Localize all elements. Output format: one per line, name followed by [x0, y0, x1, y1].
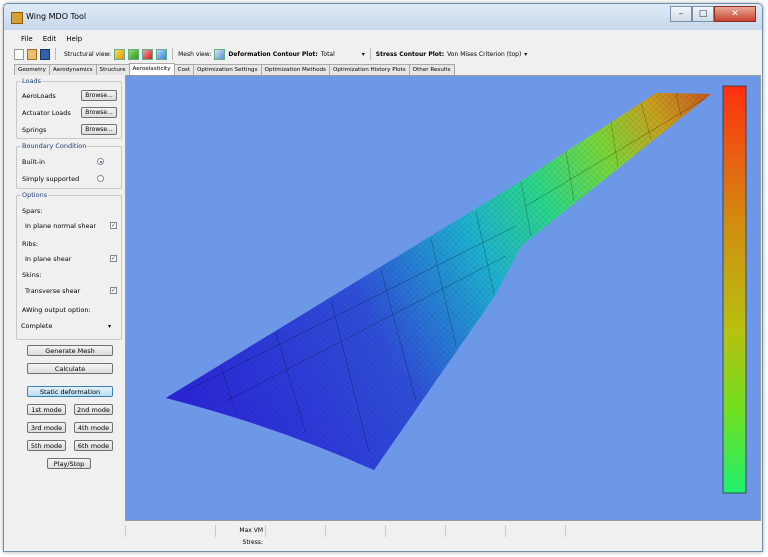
close-button[interactable]: ✕: [714, 6, 756, 22]
save-icon[interactable]: [40, 48, 50, 60]
spars-option-label: In plane normal shear: [25, 222, 97, 230]
aeroloads-browse-button[interactable]: Browse...: [81, 90, 117, 101]
minimize-button[interactable]: –: [670, 6, 692, 22]
toolbar: Structural view: Mesh view: Deformation …: [14, 46, 762, 62]
stress-dropdown-icon[interactable]: ▾: [524, 51, 527, 58]
menu-file[interactable]: File: [21, 35, 33, 43]
mode-2-button[interactable]: 2nd mode: [74, 404, 113, 415]
tab-cost[interactable]: Cost: [173, 64, 194, 75]
left-panel: Loads AeroLoads Browse... Actuator Loads…: [14, 75, 124, 545]
ribs-label: Ribs:: [22, 240, 39, 248]
simply-supported-radio[interactable]: [97, 175, 104, 182]
calculate-button[interactable]: Calculate: [27, 363, 113, 374]
structural-view-ribs-icon[interactable]: [128, 48, 140, 60]
menu-help[interactable]: Help: [66, 35, 82, 43]
stress-contour-label: Stress Contour Plot:: [375, 50, 445, 58]
play-stop-button[interactable]: Play/Stop: [47, 458, 91, 469]
main-window: Wing MDO Tool – □ ✕ File Edit Help Struc…: [3, 3, 763, 552]
tab-other-results[interactable]: Other Results: [408, 64, 455, 75]
boundary-condition-title: Boundary Condition: [21, 142, 88, 150]
tab-optimization-history-plots[interactable]: Optimization History Plots: [328, 64, 410, 75]
max-vm-stress-label: Max VM Stress:: [215, 525, 265, 546]
springs-browse-button[interactable]: Browse...: [81, 124, 117, 135]
status-bar: Max VM Stress:: [125, 525, 761, 546]
awing-output-select[interactable]: Complete: [19, 321, 107, 332]
mode-6-button[interactable]: 6th mode: [74, 440, 113, 451]
springs-label: Springs: [22, 126, 47, 134]
tab-strip: Geometry Aerodynamics Structure Aeroelas…: [14, 63, 762, 75]
spars-label: Spars:: [22, 207, 43, 215]
mode-4-button[interactable]: 4th mode: [74, 422, 113, 433]
open-folder-icon[interactable]: [27, 48, 37, 60]
boundary-condition-group: Boundary Condition Built-in Simply suppo…: [16, 142, 122, 189]
simply-supported-label: Simply supported: [22, 175, 80, 183]
skins-label: Skins:: [22, 271, 42, 279]
deformation-dropdown-icon[interactable]: ▾: [362, 51, 365, 58]
3d-viewport[interactable]: [125, 75, 761, 521]
loads-group-title: Loads: [21, 77, 42, 85]
ribs-checkbox[interactable]: ✓: [110, 255, 117, 262]
skins-checkbox[interactable]: ✓: [110, 287, 117, 294]
stress-contour-value[interactable]: Von Mises Criterion (top): [447, 51, 521, 58]
structural-view-skins-icon[interactable]: [142, 48, 154, 60]
ribs-option-label: In plane shear: [25, 255, 72, 263]
deformation-contour-label: Deformation Contour Plot:: [228, 50, 318, 58]
tab-structure[interactable]: Structure: [95, 64, 130, 75]
options-group-title: Options: [21, 191, 49, 199]
menu-edit[interactable]: Edit: [43, 35, 57, 43]
structural-view-label: Structural view:: [64, 50, 112, 58]
max-vm-stress-value: [265, 525, 325, 537]
mode-1-button[interactable]: 1st mode: [27, 404, 66, 415]
built-in-label: Built-in: [22, 158, 46, 166]
menu-bar: File Edit Help: [4, 32, 762, 45]
tab-geometry[interactable]: Geometry: [14, 64, 50, 75]
tab-optimization-methods[interactable]: Optimization Methods: [260, 64, 330, 75]
actuator-loads-browse-button[interactable]: Browse...: [81, 107, 117, 118]
tab-aeroelasticity[interactable]: Aeroelasticity: [128, 63, 175, 75]
actuator-loads-label: Actuator Loads: [22, 109, 71, 117]
window-title: Wing MDO Tool: [26, 12, 87, 21]
mesh-view-label: Mesh view:: [178, 50, 212, 58]
structural-view-wing-icon[interactable]: [156, 48, 168, 60]
tab-optimization-settings[interactable]: Optimization Settings: [192, 64, 262, 75]
generate-mesh-button[interactable]: Generate Mesh: [27, 345, 113, 356]
options-group: Options Spars: In plane normal shear ✓ R…: [16, 191, 122, 340]
app-icon: [11, 12, 23, 24]
loads-group: Loads AeroLoads Browse... Actuator Loads…: [16, 77, 122, 139]
skins-option-label: Transverse shear: [25, 287, 81, 295]
mesh-view-icon[interactable]: [214, 48, 226, 60]
structural-view-spars-icon[interactable]: [114, 48, 126, 60]
title-bar: Wing MDO Tool – □ ✕: [4, 4, 762, 30]
awing-output-dropdown-icon[interactable]: ▾: [108, 323, 111, 330]
new-file-icon[interactable]: [14, 48, 24, 60]
color-scale-bar: [722, 85, 747, 494]
awing-output-label: AWing output option:: [22, 306, 91, 314]
wing-mesh-render: [166, 85, 747, 494]
static-deformation-button[interactable]: Static deformation: [27, 386, 113, 397]
mode-3-button[interactable]: 3rd mode: [27, 422, 66, 433]
built-in-radio[interactable]: [97, 158, 104, 165]
maximize-button[interactable]: □: [692, 6, 714, 22]
tab-aerodynamics[interactable]: Aerodynamics: [48, 64, 97, 75]
aeroloads-label: AeroLoads: [22, 92, 56, 100]
deformation-contour-value[interactable]: Total: [321, 51, 359, 58]
spars-checkbox[interactable]: ✓: [110, 222, 117, 229]
mode-5-button[interactable]: 5th mode: [27, 440, 66, 451]
